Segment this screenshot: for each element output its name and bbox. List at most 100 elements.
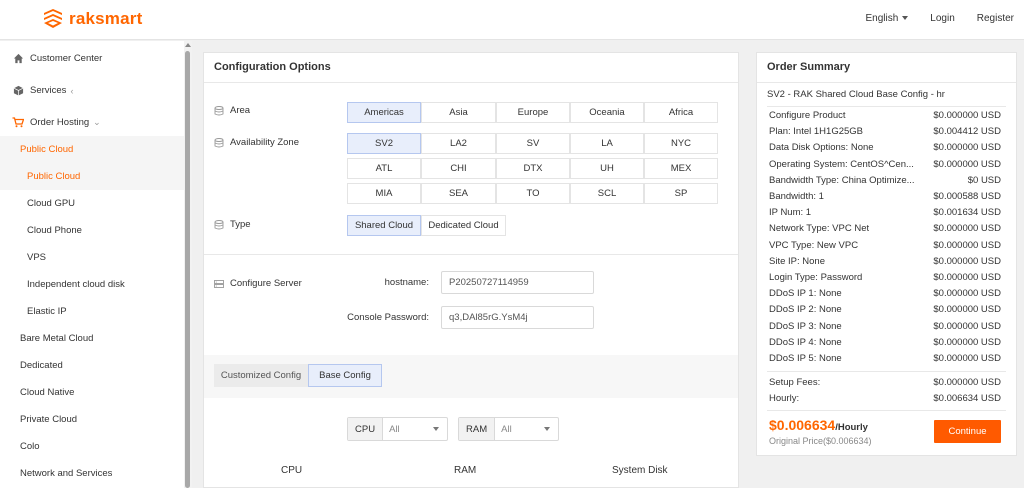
sidebar-scrollbar[interactable] [184,41,192,488]
summary-row-label: Configure Product [769,110,846,121]
tab-base-config[interactable]: Base Config [308,364,382,387]
sidebar-item-dedicated[interactable]: Dedicated [0,352,184,379]
divider [767,371,1006,372]
cpu-filter-select[interactable]: CPU All [347,417,448,441]
scrollbar-thumb[interactable] [185,51,190,488]
sidebar-item-label: Cloud Native [20,387,75,398]
zone-option-nyc[interactable]: NYC [644,133,718,154]
summary-row-label: Plan: Intel 1H1G25GB [769,126,863,138]
type-option-dedicated-cloud[interactable]: Dedicated Cloud [421,215,506,236]
raksmart-logo[interactable]: raksmart [42,9,142,29]
database-icon [214,105,224,115]
zone-option-uh[interactable]: UH [570,158,644,179]
area-option-oceania[interactable]: Oceania [570,102,644,123]
summary-row-label: DDoS IP 5: None [769,353,842,364]
sidebar-item-customer-center[interactable]: Customer Center [0,45,184,72]
summary-row: Bandwidth Type: China Optimize... $0 USD [769,175,1001,189]
sidebar-item-cloud-native[interactable]: Cloud Native [0,379,184,406]
sidebar-item-label: VPS [27,252,47,263]
continue-button[interactable]: Continue [934,420,1001,443]
availability-zone-label: Availability Zone [214,137,299,148]
zone-option-atl[interactable]: ATL [347,158,421,179]
order-summary-subtitle: SV2 - RAK Shared Cloud Base Config - hr [767,89,945,100]
sidebar-item-cloud-phone[interactable]: Cloud Phone [0,217,184,244]
divider [204,82,738,83]
summary-row-label: Operating System: CentOS^Cen... [769,158,914,170]
zone-option-sea[interactable]: SEA [421,183,496,204]
hostname-input[interactable]: P20250727114959 [441,271,594,294]
zone-option-la[interactable]: LA [570,133,644,154]
caret-down-icon [433,427,439,431]
summary-row-value: $0.001634 USD [933,207,1001,219]
sidebar-item-independent-cloud-disk[interactable]: Independent cloud disk [0,271,184,298]
tab-customized-config[interactable]: Customized Config [214,364,308,387]
summary-row-label: Bandwidth: 1 [769,191,824,202]
sidebar-item-network-and-services[interactable]: Network and Services [0,460,184,487]
setup-fees-label: Setup Fees: [769,377,821,388]
sidebar-item-label: Bare Metal Cloud [20,333,94,344]
summary-row-value: $0.000000 USD [933,110,1001,121]
sidebar-item-private-cloud[interactable]: Private Cloud [0,406,184,433]
area-option-europe[interactable]: Europe [496,102,570,123]
zone-option-to[interactable]: TO [496,183,570,204]
sidebar-item-public-cloud-group[interactable]: Public Cloud [0,136,184,163]
panel-title: Configuration Options [214,61,331,73]
zone-option-chi[interactable]: CHI [421,158,496,179]
ram-filter-label: RAM [459,418,496,440]
price-unit: /Hourly [835,422,868,433]
zone-option-la2[interactable]: LA2 [421,133,496,154]
language-selector[interactable]: English [865,13,909,24]
sidebar-item-label: Public Cloud [27,171,81,182]
sidebar-item-public-cloud[interactable]: Public Cloud [0,163,184,190]
zone-option-dtx[interactable]: DTX [496,158,570,179]
sidebar-item-bare-metal-cloud[interactable]: Bare Metal Cloud [0,325,184,352]
sidebar-item-order-hosting[interactable]: Order Hosting ⌄ [0,109,184,136]
setup-fees-row: Setup Fees: $0.000000 USD [769,377,1001,391]
summary-row: DDoS IP 3: None $0.000000 USD [769,321,1001,335]
summary-row-label: DDoS IP 2: None [769,304,842,316]
sidebar-item-vps[interactable]: VPS [0,244,184,271]
register-link[interactable]: Register [977,13,1014,24]
scroll-up-icon[interactable] [185,43,191,47]
area-option-africa[interactable]: Africa [644,102,718,123]
zone-option-scl[interactable]: SCL [570,183,644,204]
zone-option-sv[interactable]: SV [496,133,570,154]
original-price: Original Price($0.006634) [769,436,872,446]
divider [204,254,738,255]
brand-name: raksmart [69,9,143,28]
sidebar-item-colo[interactable]: Colo [0,433,184,460]
summary-row-value: $0.000000 USD [933,223,1001,235]
summary-row: Operating System: CentOS^Cen... $0.000000… [769,159,1001,173]
hourly-label: Hourly: [769,393,800,404]
column-header-system-disk: System Disk [612,465,668,476]
zone-option-mia[interactable]: MIA [347,183,421,204]
ram-filter-value: All [501,423,512,435]
database-icon [214,219,224,229]
sidebar-item-label: Cloud GPU [27,198,76,209]
type-label: Type [214,219,251,230]
login-link[interactable]: Login [930,13,954,24]
server-icon [214,279,224,288]
zone-option-sv2[interactable]: SV2 [347,133,421,154]
sidebar-item-services[interactable]: Services ‹ [0,77,184,104]
ram-filter-select[interactable]: RAM All [458,417,559,441]
summary-row-label: Network Type: VPC Net [769,223,870,235]
order-summary-panel: Order Summary SV2 - RAK Shared Cloud Bas… [756,52,1017,456]
area-label-text: Area [230,105,251,116]
configure-server-label: Configure Server [214,278,302,289]
area-option-americas[interactable]: Americas [347,102,421,123]
area-option-asia[interactable]: Asia [421,102,496,123]
hourly-value: $0.006634 USD [933,393,1001,404]
column-header-cpu: CPU [281,465,303,476]
zone-option-sp[interactable]: SP [644,183,718,204]
type-option-shared-cloud[interactable]: Shared Cloud [347,215,421,236]
summary-row: Data Disk Options: None $0.000000 USD [769,142,1001,156]
summary-row-value: $0.000000 USD [933,142,1001,154]
summary-row-value: $0.000000 USD [933,336,1001,348]
sidebar-item-cloud-gpu[interactable]: Cloud GPU [0,190,184,217]
sidebar-item-label: Elastic IP [27,306,67,317]
zone-option-mex[interactable]: MEX [644,158,718,179]
sidebar-item-elastic-ip[interactable]: Elastic IP [0,298,184,325]
summary-row-value: $0.000000 USD [933,304,1001,316]
console-password-input[interactable]: q3,DAl85rG.YsM4j [441,306,594,329]
